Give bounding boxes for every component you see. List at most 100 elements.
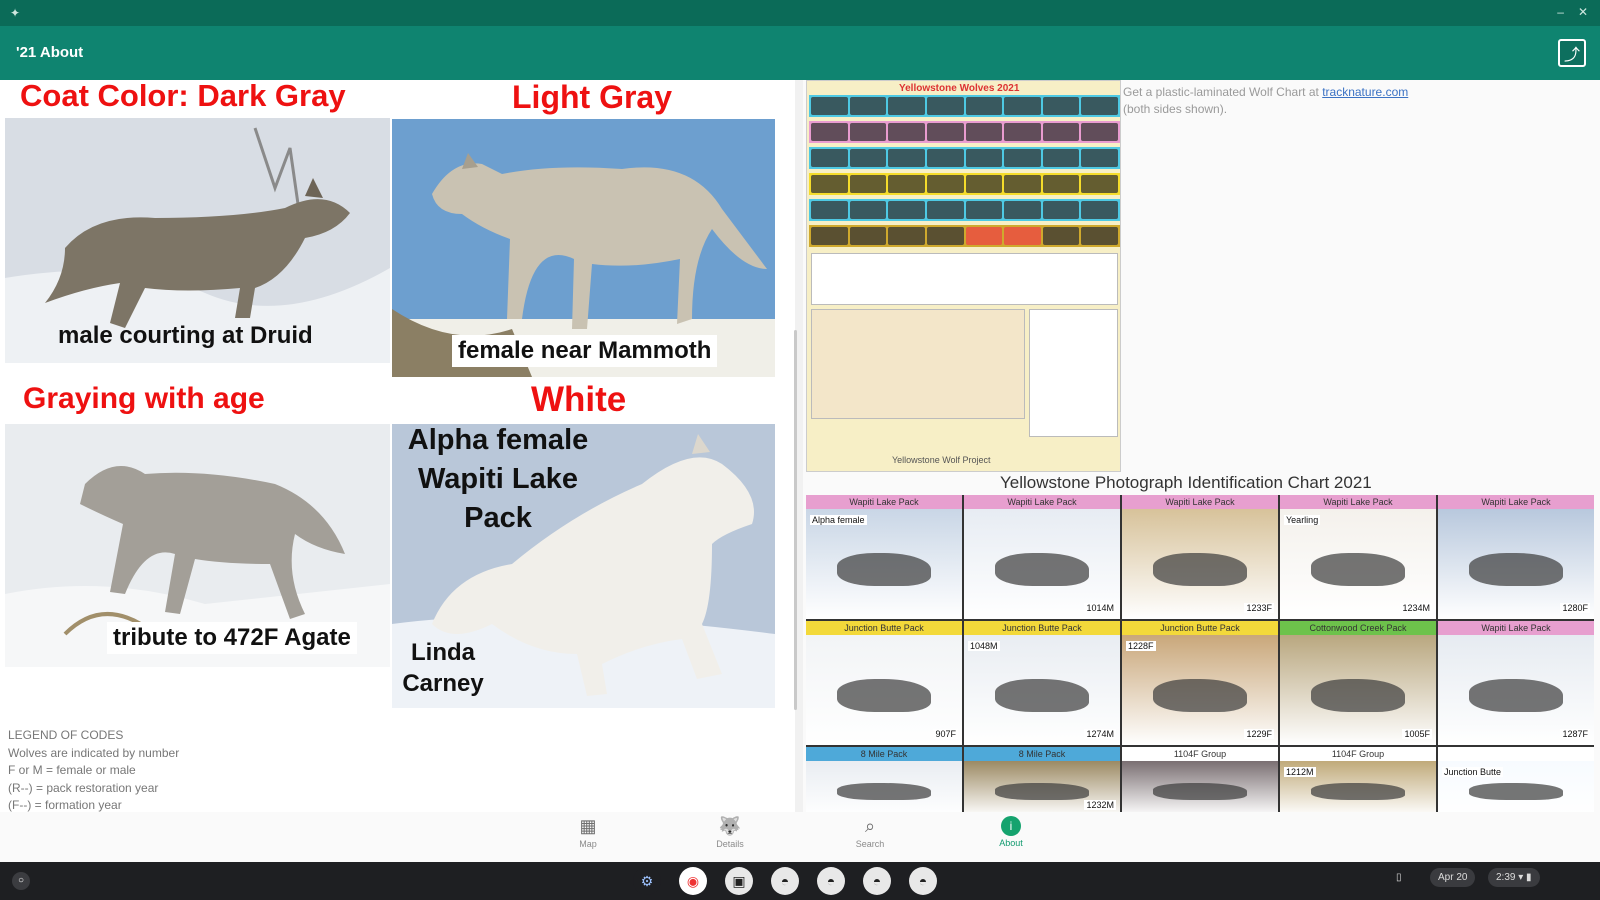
id-grid-cell[interactable]: Wapiti Lake Pack 1014M [964,495,1120,619]
wolf-silhouette [1311,783,1405,800]
wolf-code: 1233F [1244,603,1274,613]
launcher-icon[interactable]: ○ [12,872,30,890]
time-text: 2:39 [1496,872,1516,883]
wolf-label: 1228F [1126,641,1156,651]
pack-name: Junction Butte Pack [1122,621,1278,635]
caption-dark-gray: male courting at Druid [58,322,313,349]
pack-name: Wapiti Lake Pack [1438,621,1594,635]
id-grid-cell[interactable]: Wapiti Lake Pack Yearling 1234M [1280,495,1436,619]
status-tray[interactable]: 2:39 ▾ ▮ [1488,868,1540,887]
chart-row [809,147,1120,169]
chart-purchase-note: Get a plastic-laminated Wolf Chart at tr… [1123,84,1408,118]
photo-credit-line2: Carney [402,670,484,697]
wolf-label: Junction Butte [1442,767,1504,777]
pack-name: Cottonwood Creek Pack [1280,621,1436,635]
pack-name: Wapiti Lake Pack [1280,495,1436,509]
wolf-silhouette [1153,679,1247,712]
wolf-code: 1229F [1244,729,1274,739]
legend-line: F or M = female or male [8,763,136,777]
minimize-icon[interactable]: – [1557,5,1564,19]
pack-name: Wapiti Lake Pack [1438,495,1594,509]
wolf-app-icon[interactable]: ◓ [863,867,891,895]
wolf-silhouette [995,553,1089,586]
exit-app-button[interactable]: ⤴ [1558,39,1586,67]
wolf-icon: 🐺 [718,816,742,836]
nav-search[interactable]: ⌕ Search [840,816,900,849]
caption-white-line3: Pack [464,502,532,534]
chart-row [809,225,1120,247]
wolf-silhouette [837,679,931,712]
nav-label: Map [579,839,597,849]
wolf-silhouette [1311,679,1405,712]
id-grid-cell[interactable]: Cottonwood Creek Pack 1005F [1280,621,1436,745]
os-shelf: ○ ⚙ ◉ ▣ ◓ ◓ ◓ ◓ ▯ Apr 20 2:39 ▾ ▮ [0,862,1600,900]
id-grid-cell[interactable]: Wapiti Lake Pack Alpha female [806,495,962,619]
photo-id-grid: Wapiti Lake Pack Alpha female Wapiti Lake … [806,495,1594,816]
nav-label: About [999,838,1023,848]
chrome-icon[interactable]: ◉ [679,867,707,895]
nav-about[interactable]: i About [981,816,1041,848]
wolf-silhouette [837,553,931,586]
id-grid-cell[interactable]: 1104F Group [1122,747,1278,816]
window-menu-icon[interactable]: ✦ [10,6,20,20]
tablet-mode-icon[interactable]: ▯ [1396,872,1402,883]
wolf-silhouette [837,783,931,800]
wolf-silhouette [1311,553,1405,586]
coat-color-panel[interactable]: Coat Color: Dark Gray Light Gray male co… [0,78,795,815]
id-grid-cell[interactable]: Junction Butte Pack 1228F 1229F [1122,621,1278,745]
id-grid-cell[interactable]: Wapiti Lake Pack 1287F [1438,621,1594,745]
wolf-code: 1287F [1560,729,1590,739]
id-grid-cell[interactable]: Junction Butte Pack 1048M 1274M [964,621,1120,745]
nav-label: Details [716,839,744,849]
wolf-silhouette [1469,553,1563,586]
app-bar: '21 About ⤴ [0,26,1600,80]
id-grid-cell[interactable]: Wapiti Lake Pack 1233F [1122,495,1278,619]
files-app-icon[interactable]: ▣ [725,867,753,895]
legend-line: Wolves are indicated by number [8,745,180,760]
wolf-code: 1274M [1084,729,1116,739]
wolf-chart-thumbnail[interactable]: Yellowstone Wolves 2021 Yellowstone Wolf… [806,80,1121,472]
nav-details[interactable]: 🐺 Details [700,816,760,849]
window-title-strip: ✦ – ✕ [0,0,1600,26]
wolf-silhouette [1153,553,1247,586]
wolf-code: 1014M [1084,603,1116,613]
photo-credit: Linda Carney [398,637,488,699]
wolf-app-icon[interactable]: ◓ [817,867,845,895]
left-scrollbar[interactable] [794,330,797,710]
id-grid-cell[interactable]: Wapiti Lake Pack 1280F [1438,495,1594,619]
chart-info-box [811,253,1118,305]
wolf-app-icon[interactable]: ◓ [909,867,937,895]
wolf-code: 907F [933,729,958,739]
close-icon[interactable]: ✕ [1578,5,1588,19]
wolf-photo [806,761,962,816]
wolf-label: Yearling [1284,515,1321,525]
tracknature-link[interactable]: tracknature.com [1322,85,1408,99]
heading-graying: Graying with age [23,382,265,415]
caption-white-title: Alpha female Wapiti Lake Pack [398,421,598,538]
caption-light-gray: female near Mammoth [452,335,718,367]
legend-of-codes: LEGEND OF CODES Wolves are indicated by … [8,727,179,815]
settings-icon[interactable]: ⚙ [633,867,661,895]
page-title: '21 About [16,44,84,61]
wolf-app-icon[interactable]: ◓ [771,867,799,895]
chart-footer: Yellowstone Wolf Project [892,455,991,465]
id-grid-cell[interactable]: Junction Butte [1438,747,1594,816]
wolf-silhouette [1469,679,1563,712]
id-grid-cell[interactable]: Junction Butte Pack 907F [806,621,962,745]
id-grid-cell[interactable]: 8 Mile Pack 1232M [964,747,1120,816]
id-chart-title: Yellowstone Photograph Identification Ch… [1000,473,1372,492]
id-grid-cell[interactable]: 8 Mile Pack [806,747,962,816]
wolf-code: 1232M [1084,800,1116,810]
heading-light-gray: Light Gray [512,79,673,115]
pack-name: Junction Butte Pack [806,621,962,635]
exit-icon: ⤴ [1563,47,1580,64]
pack-name [1438,747,1594,761]
note-text-2: (both sides shown). [1123,102,1228,116]
wolf-silhouette [1153,783,1247,800]
chart-age-legend [1029,309,1118,437]
nav-map[interactable]: ▦ Map [558,816,618,849]
date-pill[interactable]: Apr 20 [1430,868,1476,887]
wolf-label: 1212M [1284,767,1316,777]
id-grid-cell[interactable]: 1104F Group 1212M [1280,747,1436,816]
chart-row [809,121,1120,143]
